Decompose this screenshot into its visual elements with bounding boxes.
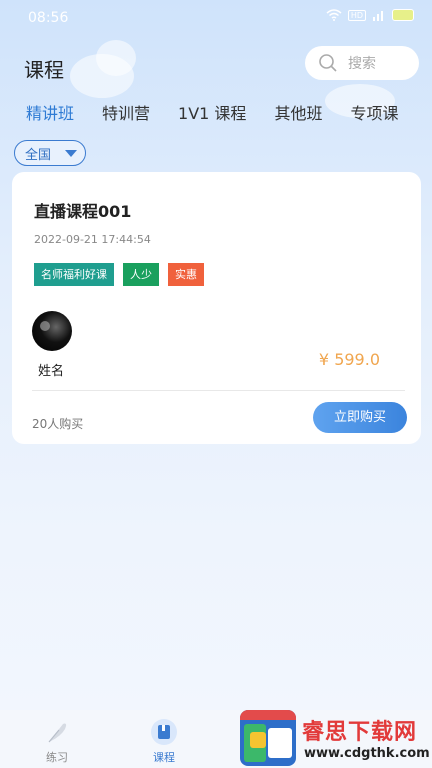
wifi-icon [326,9,342,21]
battery-icon [392,9,414,21]
signal-icon [373,11,383,21]
status-bar: 08:56 HD [0,0,432,36]
cloud-decoration [96,40,136,76]
course-tags: 名师福利好课 人少 实惠 [34,263,213,286]
tab-texunying[interactable]: 特训营 [102,100,150,124]
nav-item-course[interactable]: 课程 [134,718,194,765]
tab-qitaban[interactable]: 其他班 [274,100,322,124]
watermark-url: www.cdgthk.com [304,746,430,761]
network-badge: HD [347,9,366,21]
region-filter-dropdown[interactable]: 全国 [14,140,86,166]
region-filter-value: 全国 [25,147,52,163]
status-time: 08:56 [28,10,69,26]
buyer-count: 20人购买 [32,417,84,431]
course-title: 直播课程001 [34,202,132,221]
chevron-down-icon [65,149,78,157]
watermark-logo: 睿思下载网 www.cdgthk.com [240,708,432,768]
watermark-title: 睿思下载网 [302,720,418,745]
search-icon [319,54,337,72]
nav-item-practice[interactable]: 练习 [27,718,87,765]
tab-zhuanxiangke[interactable]: 专项课 [350,100,398,124]
tab-1v1[interactable]: 1V1 课程 [178,100,246,124]
feather-icon [48,723,67,743]
teacher-name: 姓名 [38,364,65,379]
teacher-avatar [32,311,72,351]
divider [32,390,405,391]
course-tag: 实惠 [168,263,204,286]
book-icon [151,719,177,745]
search-box[interactable]: 搜索 [305,46,419,80]
tab-jingjiangban[interactable]: 精讲班 [26,100,74,124]
nav-label: 课程 [153,751,175,764]
nav-label: 练习 [46,751,68,764]
page-title: 课程 [24,58,64,82]
course-datetime: 2022-09-21 17:44:54 [34,233,151,246]
course-card[interactable]: 直播课程001 2022-09-21 17:44:54 名师福利好课 人少 实惠… [12,172,421,444]
course-price: ¥ 599.0 [318,350,380,369]
course-tag: 名师福利好课 [34,263,114,286]
buy-now-button[interactable]: 立即购买 [313,402,407,433]
site-logo-icon [240,710,296,766]
status-icons: HD [326,9,414,21]
course-tag: 人少 [123,263,159,286]
category-tabs: 精讲班 特训营 1V1 课程 其他班 专项课 [26,100,426,124]
search-placeholder: 搜索 [348,56,376,72]
